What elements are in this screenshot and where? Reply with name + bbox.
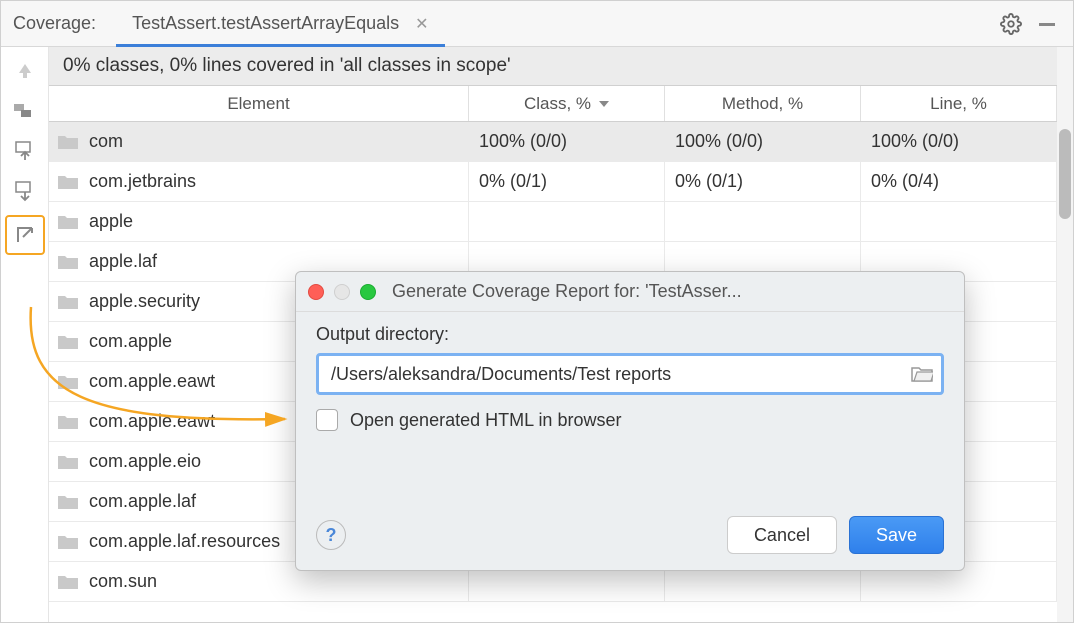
folder-icon	[57, 414, 79, 430]
coverage-tab[interactable]: TestAssert.testAssertArrayEquals ✕	[126, 1, 435, 47]
scrollbar-thumb[interactable]	[1059, 129, 1071, 219]
folder-icon	[57, 454, 79, 470]
method-pct	[665, 202, 861, 241]
tab-label: TestAssert.testAssertArrayEquals	[132, 13, 399, 34]
folder-icon	[57, 494, 79, 510]
package-name: com.apple.eawt	[89, 371, 215, 392]
export-report-icon[interactable]	[5, 215, 45, 255]
line-pct: 0% (0/4)	[861, 162, 1057, 201]
package-name: com	[89, 131, 123, 152]
save-button[interactable]: Save	[849, 516, 944, 554]
package-name: apple.security	[89, 291, 200, 312]
method-pct: 0% (0/1)	[665, 162, 861, 201]
package-name: com.apple.laf.resources	[89, 531, 280, 552]
package-name: apple.laf	[89, 251, 157, 272]
coverage-summary: 0% classes, 0% lines covered in 'all cla…	[49, 47, 1057, 86]
expand-with-arrow-up-icon[interactable]	[9, 135, 41, 167]
col-line[interactable]: Line, %	[861, 86, 1057, 121]
folder-icon	[57, 134, 79, 150]
close-icon[interactable]: ✕	[415, 14, 428, 34]
folder-icon	[57, 174, 79, 190]
cancel-button[interactable]: Cancel	[727, 516, 837, 554]
folder-icon	[57, 294, 79, 310]
folder-icon	[57, 374, 79, 390]
dialog-title: Generate Coverage Report for: 'TestAsser…	[392, 281, 742, 302]
class-pct	[469, 202, 665, 241]
window-zoom-icon[interactable]	[360, 284, 376, 300]
folder-icon	[57, 334, 79, 350]
help-icon[interactable]: ?	[316, 520, 346, 550]
output-directory-field[interactable]	[316, 353, 944, 395]
output-directory-input[interactable]	[329, 363, 911, 386]
dialog-titlebar[interactable]: Generate Coverage Report for: 'TestAsser…	[296, 272, 964, 312]
window-minimize-icon[interactable]	[334, 284, 350, 300]
open-html-label: Open generated HTML in browser	[350, 410, 621, 431]
package-name: com.apple	[89, 331, 172, 352]
minimize-icon[interactable]	[1033, 10, 1061, 38]
line-pct: 100% (0/0)	[861, 122, 1057, 161]
package-name: com.apple.eawt	[89, 411, 215, 432]
flatten-packages-icon[interactable]	[9, 95, 41, 127]
coverage-header: Coverage: TestAssert.testAssertArrayEqua…	[1, 1, 1073, 47]
line-pct	[861, 202, 1057, 241]
header-title: Coverage:	[13, 13, 96, 34]
output-directory-label: Output directory:	[316, 324, 944, 345]
method-pct: 100% (0/0)	[665, 122, 861, 161]
col-class[interactable]: Class, %	[469, 86, 665, 121]
package-name: com.apple.eio	[89, 451, 201, 472]
table-row[interactable]: com.jetbrains0% (0/1)0% (0/1)0% (0/4)	[49, 162, 1057, 202]
class-pct: 100% (0/0)	[469, 122, 665, 161]
gear-icon[interactable]	[997, 10, 1025, 38]
scrollbar[interactable]	[1057, 47, 1073, 622]
side-toolbar	[1, 47, 49, 622]
folder-icon	[57, 254, 79, 270]
expand-with-arrow-down-icon[interactable]	[9, 175, 41, 207]
folder-icon	[57, 574, 79, 590]
package-name: com.sun	[89, 571, 157, 592]
up-arrow-icon[interactable]	[9, 55, 41, 87]
generate-report-dialog: Generate Coverage Report for: 'TestAsser…	[295, 271, 965, 571]
table-row[interactable]: apple	[49, 202, 1057, 242]
browse-folder-icon[interactable]	[911, 365, 933, 383]
package-name: com.apple.laf	[89, 491, 196, 512]
package-name: apple	[89, 211, 133, 232]
table-row[interactable]: com100% (0/0)100% (0/0)100% (0/0)	[49, 122, 1057, 162]
folder-icon	[57, 214, 79, 230]
open-html-checkbox[interactable]	[316, 409, 338, 431]
window-close-icon[interactable]	[308, 284, 324, 300]
class-pct: 0% (0/1)	[469, 162, 665, 201]
col-method[interactable]: Method, %	[665, 86, 861, 121]
package-name: com.jetbrains	[89, 171, 196, 192]
col-element[interactable]: Element	[49, 86, 469, 121]
folder-icon	[57, 534, 79, 550]
